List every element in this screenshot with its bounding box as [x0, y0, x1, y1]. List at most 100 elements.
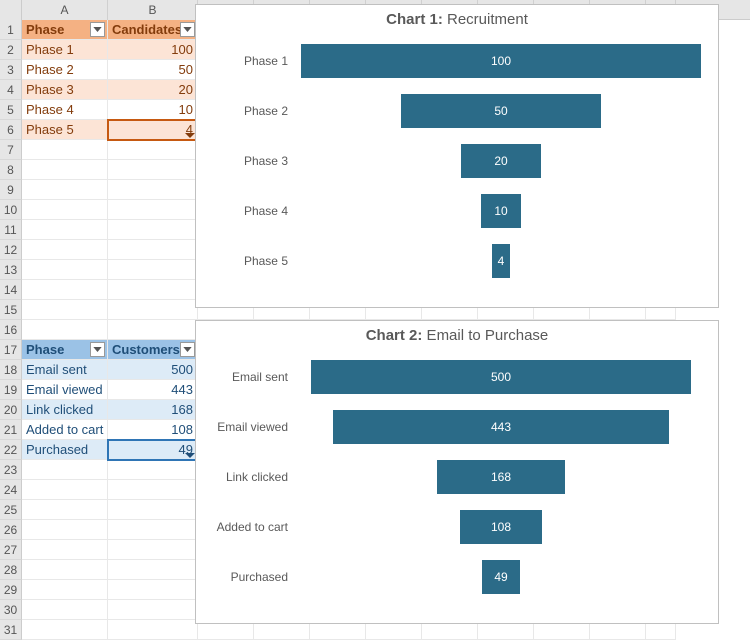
row-header-3[interactable]: 3 [0, 60, 22, 80]
row-header-8[interactable]: 8 [0, 160, 22, 180]
row-header-31[interactable]: 31 [0, 620, 22, 640]
cell-B27[interactable] [108, 540, 198, 560]
row-header-11[interactable]: 11 [0, 220, 22, 240]
row-header-22[interactable]: 22 [0, 440, 22, 460]
funnel-bar[interactable]: 50 [401, 94, 601, 128]
cell-A24[interactable] [22, 480, 108, 500]
select-all-corner[interactable] [0, 0, 22, 20]
row-header-9[interactable]: 9 [0, 180, 22, 200]
cell-A16[interactable] [22, 320, 108, 340]
cell-B21[interactable]: 108 [108, 420, 198, 440]
col-header-A[interactable]: A [22, 0, 108, 20]
row-header-23[interactable]: 23 [0, 460, 22, 480]
cell-B4[interactable]: 20 [108, 80, 198, 100]
row-header-28[interactable]: 28 [0, 560, 22, 580]
cell-B7[interactable] [108, 140, 198, 160]
cell-B30[interactable] [108, 600, 198, 620]
cell-B18[interactable]: 500 [108, 360, 198, 380]
chart-email-to-purchase[interactable]: Chart 2: Email to Purchase Email sent500… [195, 320, 719, 624]
row-header-29[interactable]: 29 [0, 580, 22, 600]
row-header-30[interactable]: 30 [0, 600, 22, 620]
cell-A11[interactable] [22, 220, 108, 240]
cell-A1[interactable]: Phase [22, 20, 108, 40]
filter-dropdown-icon[interactable] [90, 342, 105, 357]
row-header-25[interactable]: 25 [0, 500, 22, 520]
row-header-24[interactable]: 24 [0, 480, 22, 500]
cell-A30[interactable] [22, 600, 108, 620]
cell-A27[interactable] [22, 540, 108, 560]
cell-A8[interactable] [22, 160, 108, 180]
cell-A17[interactable]: Phase [22, 340, 108, 360]
funnel-bar[interactable]: 500 [311, 360, 691, 394]
cell-A10[interactable] [22, 200, 108, 220]
filter-dropdown-icon[interactable] [180, 22, 195, 37]
cell-B31[interactable] [108, 620, 198, 640]
cell-A12[interactable] [22, 240, 108, 260]
filter-dropdown-icon[interactable] [90, 22, 105, 37]
cell-B26[interactable] [108, 520, 198, 540]
cell-B10[interactable] [108, 200, 198, 220]
cell-A15[interactable] [22, 300, 108, 320]
cell-B16[interactable] [108, 320, 198, 340]
row-header-12[interactable]: 12 [0, 240, 22, 260]
cell-B25[interactable] [108, 500, 198, 520]
cell-A18[interactable]: Email sent [22, 360, 108, 380]
cell-B14[interactable] [108, 280, 198, 300]
funnel-bar[interactable]: 443 [333, 410, 670, 444]
cell-A26[interactable] [22, 520, 108, 540]
cell-B8[interactable] [108, 160, 198, 180]
row-header-21[interactable]: 21 [0, 420, 22, 440]
row-header-14[interactable]: 14 [0, 280, 22, 300]
cell-A22[interactable]: Purchased [22, 440, 108, 460]
funnel-bar[interactable]: 10 [481, 194, 521, 228]
cell-B6[interactable]: 4 [108, 120, 198, 140]
cell-A25[interactable] [22, 500, 108, 520]
row-header-2[interactable]: 2 [0, 40, 22, 60]
cell-A19[interactable]: Email viewed [22, 380, 108, 400]
row-header-4[interactable]: 4 [0, 80, 22, 100]
cell-A13[interactable] [22, 260, 108, 280]
cell-A9[interactable] [22, 180, 108, 200]
row-header-1[interactable]: 1 [0, 20, 22, 40]
cell-B3[interactable]: 50 [108, 60, 198, 80]
fill-handle-icon[interactable] [185, 453, 195, 458]
row-header-5[interactable]: 5 [0, 100, 22, 120]
funnel-bar[interactable]: 49 [482, 560, 519, 594]
funnel-bar[interactable]: 20 [461, 144, 541, 178]
row-header-15[interactable]: 15 [0, 300, 22, 320]
cell-B23[interactable] [108, 460, 198, 480]
cell-B17[interactable]: Customers [108, 340, 198, 360]
cell-A20[interactable]: Link clicked [22, 400, 108, 420]
funnel-bar[interactable]: 4 [492, 244, 510, 278]
cell-B22[interactable]: 49 [108, 440, 198, 460]
cell-A23[interactable] [22, 460, 108, 480]
chart-recruitment[interactable]: Chart 1: Recruitment Phase 1100Phase 250… [195, 4, 719, 308]
cell-A29[interactable] [22, 580, 108, 600]
cell-A3[interactable]: Phase 2 [22, 60, 108, 80]
cell-B20[interactable]: 168 [108, 400, 198, 420]
fill-handle-icon[interactable] [185, 133, 195, 138]
cell-B15[interactable] [108, 300, 198, 320]
row-header-13[interactable]: 13 [0, 260, 22, 280]
row-header-20[interactable]: 20 [0, 400, 22, 420]
cell-B5[interactable]: 10 [108, 100, 198, 120]
cell-B9[interactable] [108, 180, 198, 200]
funnel-bar[interactable]: 168 [437, 460, 565, 494]
row-header-18[interactable]: 18 [0, 360, 22, 380]
row-header-19[interactable]: 19 [0, 380, 22, 400]
cell-A4[interactable]: Phase 3 [22, 80, 108, 100]
cell-A28[interactable] [22, 560, 108, 580]
funnel-bar[interactable]: 100 [301, 44, 701, 78]
cell-A7[interactable] [22, 140, 108, 160]
cell-B29[interactable] [108, 580, 198, 600]
cell-A31[interactable] [22, 620, 108, 640]
funnel-bar[interactable]: 108 [460, 510, 542, 544]
row-header-10[interactable]: 10 [0, 200, 22, 220]
row-header-7[interactable]: 7 [0, 140, 22, 160]
filter-dropdown-icon[interactable] [180, 342, 195, 357]
cell-A21[interactable]: Added to cart [22, 420, 108, 440]
row-header-6[interactable]: 6 [0, 120, 22, 140]
cell-B2[interactable]: 100 [108, 40, 198, 60]
cell-B28[interactable] [108, 560, 198, 580]
cell-A5[interactable]: Phase 4 [22, 100, 108, 120]
